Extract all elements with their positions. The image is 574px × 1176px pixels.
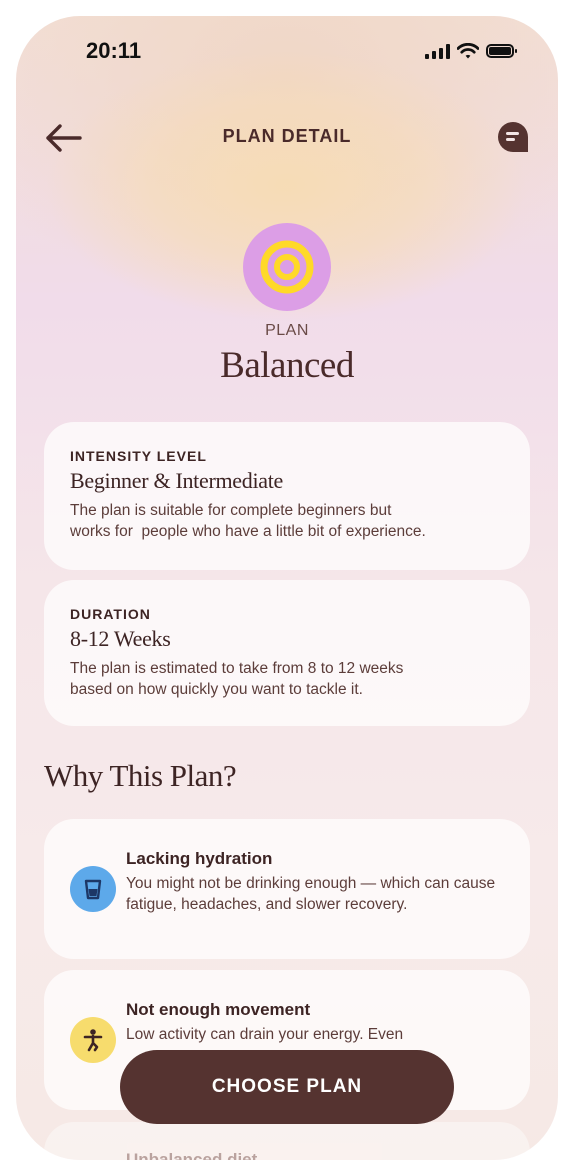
why-section-title: Why This Plan?: [44, 758, 237, 793]
duration-heading: 8-12 Weeks: [70, 626, 171, 651]
phone-screen: 20:11 PLAN DETAIL PLAN Balanced INTENSIT…: [16, 16, 558, 1160]
intensity-description: The plan is suitable for complete beginn…: [70, 502, 426, 540]
choose-plan-button[interactable]: CHOOSE PLAN: [120, 1050, 454, 1124]
battery-icon: [486, 44, 517, 58]
wifi-icon: [457, 43, 479, 59]
water-glass-icon: [70, 866, 116, 912]
reason-card-diet: Unbalanced diet: [44, 1122, 530, 1160]
reason-card-hydration: Lacking hydration You might not be drink…: [44, 819, 530, 959]
plan-label: PLAN: [265, 322, 309, 339]
duration-eyebrow: DURATION: [70, 606, 151, 622]
reason-title: Unbalanced diet: [126, 1150, 258, 1160]
stretching-person-icon: [70, 1017, 116, 1063]
reason-title: Lacking hydration: [126, 849, 273, 868]
plan-name: Balanced: [220, 345, 354, 386]
chat-bubble-icon: [498, 122, 528, 152]
intensity-eyebrow: INTENSITY LEVEL: [70, 448, 207, 464]
duration-description: The plan is estimated to take from 8 to …: [70, 660, 404, 698]
duration-card: DURATION 8-12 Weeks The plan is estimate…: [44, 580, 530, 726]
plan-target-icon: [242, 222, 332, 312]
page-title: PLAN DETAIL: [222, 126, 352, 146]
status-icons: [425, 43, 517, 59]
cellular-signal-icon: [425, 43, 450, 59]
reason-text: You might not be drinking enough — which…: [126, 875, 496, 913]
intensity-heading: Beginner & Intermediate: [70, 468, 284, 493]
chat-button[interactable]: [496, 120, 530, 154]
reason-title: Not enough movement: [126, 1000, 311, 1019]
reason-text: Low activity can drain your energy. Even: [126, 1026, 404, 1043]
status-time: 20:11: [86, 38, 142, 63]
intensity-card: INTENSITY LEVEL Beginner & Intermediate …: [44, 422, 530, 570]
